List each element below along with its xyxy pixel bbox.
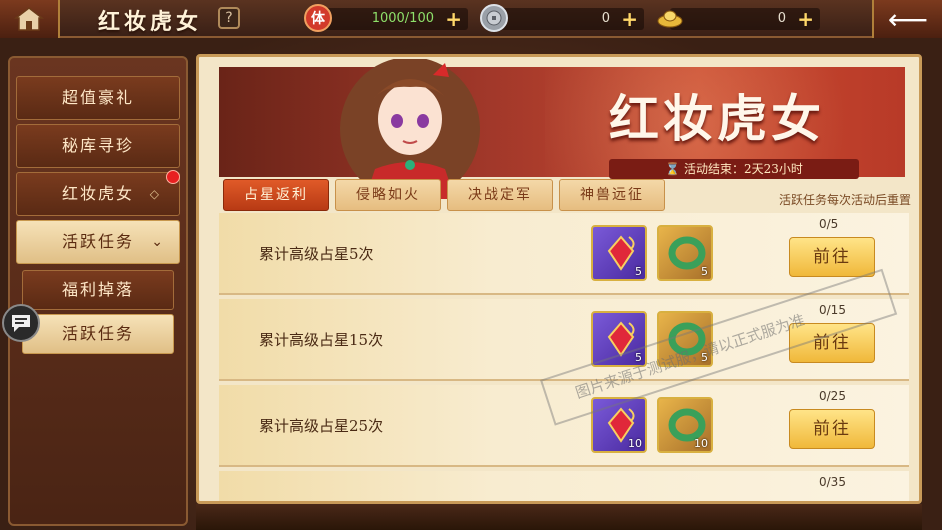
banner-title: 红妆虎女 bbox=[609, 89, 825, 148]
reward-count: 5 bbox=[701, 265, 708, 278]
sidebar-item-value-gift[interactable]: 超值豪礼 bbox=[16, 76, 180, 120]
sidebar-item-label: 红妆虎女 bbox=[61, 184, 134, 203]
hourglass-icon: ⌛ bbox=[665, 162, 681, 176]
task-progress: 0/35 bbox=[819, 475, 846, 489]
stamina-value: 1000/100 bbox=[371, 11, 434, 26]
sidebar-item-label: 活跃任务 bbox=[61, 232, 134, 251]
home-icon bbox=[14, 7, 44, 31]
notification-dot bbox=[166, 170, 180, 184]
countdown-text: 活动结束：2天23小时 bbox=[683, 162, 803, 176]
character-portrait-icon bbox=[340, 59, 480, 199]
gold-resource: 0 + bbox=[657, 7, 820, 31]
reward-count: 5 bbox=[635, 265, 642, 278]
add-gold-button[interactable]: + bbox=[797, 7, 814, 31]
go-button[interactable]: 前往 bbox=[789, 237, 875, 277]
sidebar-item-label: 活跃任务 bbox=[61, 324, 134, 343]
tab-decisive-battle[interactable]: 决战定军 bbox=[447, 179, 553, 211]
chat-button[interactable] bbox=[2, 304, 40, 342]
silver-coin-icon bbox=[480, 4, 508, 32]
top-bar: 红妆虎女 ? 体 1000/100 + 0 + 0 + ⟵ bbox=[0, 0, 942, 38]
task-row: 0/35 bbox=[219, 471, 909, 501]
sidebar-item-secret-vault[interactable]: 秘库寻珍 bbox=[16, 124, 180, 168]
tab-astrology-rebate[interactable]: 占星返利 bbox=[223, 179, 329, 211]
main-panel: 红妆虎女 ⌛ 活动结束：2天23小时 占星返利 侵略如火 决战定军 神兽远征 活… bbox=[196, 54, 922, 504]
task-row: 0/5 累计高级占星5次 5 5 前往 bbox=[219, 213, 909, 295]
help-button[interactable]: ? bbox=[218, 7, 240, 29]
chat-bubble-icon bbox=[12, 315, 30, 332]
reward-count: 10 bbox=[628, 437, 642, 450]
reward-item[interactable]: 5 bbox=[657, 225, 713, 281]
panel-bottom-edge bbox=[196, 504, 922, 530]
tab-invasion-fire[interactable]: 侵略如火 bbox=[335, 179, 441, 211]
go-button[interactable]: 前往 bbox=[789, 409, 875, 449]
page-title: 红妆虎女 bbox=[98, 9, 203, 35]
event-banner: 红妆虎女 ⌛ 活动结束：2天23小时 bbox=[219, 59, 905, 199]
task-progress: 0/25 bbox=[819, 389, 846, 403]
back-arrow-icon: ⟵ bbox=[887, 2, 929, 36]
silver-resource: 0 + bbox=[480, 4, 644, 32]
add-stamina-button[interactable]: + bbox=[445, 7, 462, 31]
reward-item[interactable]: 5 bbox=[591, 225, 647, 281]
gold-ingot-icon bbox=[656, 4, 684, 32]
gold-value: 0 bbox=[777, 11, 786, 26]
silver-value: 0 bbox=[601, 11, 610, 26]
sidebar-item-hongzhuang[interactable]: 红妆虎女 ◇ bbox=[16, 172, 180, 216]
chevron-down-icon: ⌄ bbox=[151, 234, 165, 250]
stamina-resource: 体 1000/100 + bbox=[304, 4, 468, 32]
task-name: 累计高级占星5次 bbox=[259, 245, 374, 263]
tab-beast-expedition[interactable]: 神兽远征 bbox=[559, 179, 665, 211]
sidebar-item-active-tasks[interactable]: 活跃任务 ⌄ bbox=[16, 220, 180, 264]
sidebar-subitem-active-tasks[interactable]: 活跃任务 bbox=[22, 314, 174, 354]
reset-note: 活跃任务每次活动后重置 bbox=[778, 193, 911, 207]
back-button[interactable]: ⟵ bbox=[872, 0, 942, 38]
add-silver-button[interactable]: + bbox=[621, 7, 638, 31]
sidebar-item-label: 秘库寻珍 bbox=[61, 136, 134, 155]
home-button[interactable] bbox=[0, 0, 60, 38]
sidebar-subitem-welfare-drop[interactable]: 福利掉落 bbox=[22, 270, 174, 310]
event-countdown: ⌛ 活动结束：2天23小时 bbox=[609, 159, 859, 179]
task-name: 累计高级占星15次 bbox=[259, 331, 384, 349]
stamina-icon: 体 bbox=[304, 4, 332, 32]
task-name: 累计高级占星25次 bbox=[259, 417, 384, 435]
diamond-icon: ◇ bbox=[149, 187, 161, 201]
sidebar-item-label: 福利掉落 bbox=[61, 280, 134, 299]
reward-item[interactable]: 10 bbox=[657, 397, 713, 453]
reward-count: 10 bbox=[694, 437, 708, 450]
sidebar-item-label: 超值豪礼 bbox=[61, 88, 134, 107]
task-progress: 0/5 bbox=[819, 217, 839, 231]
sidebar: 超值豪礼 秘库寻珍 红妆虎女 ◇ 活跃任务 ⌄ 福利掉落 活跃任务 bbox=[8, 56, 188, 526]
